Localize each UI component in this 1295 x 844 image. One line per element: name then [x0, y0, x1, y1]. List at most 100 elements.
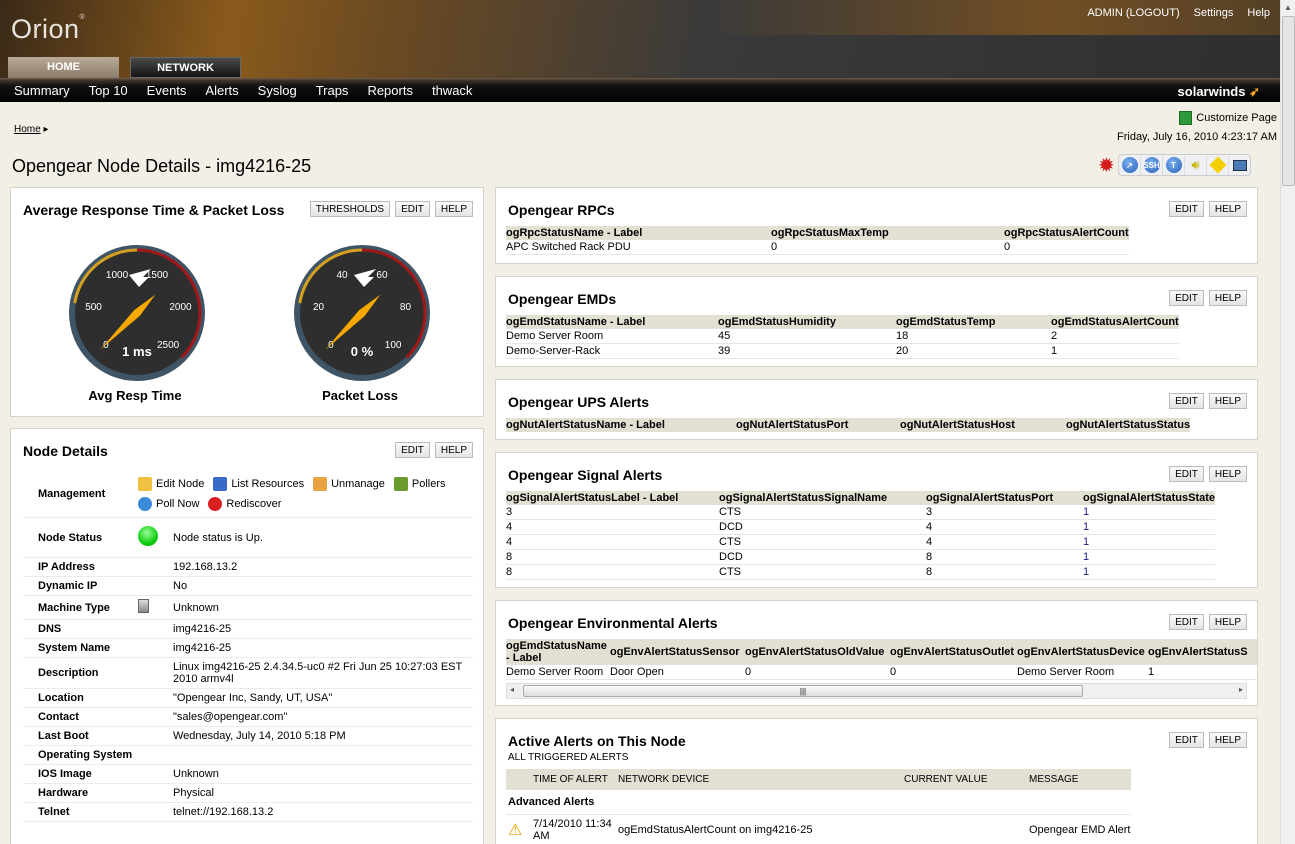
unmanage-link[interactable]: Unmanage [313, 474, 385, 494]
help-button[interactable]: HELP [434, 442, 473, 458]
breadcrumb: Home ▸ [14, 124, 49, 135]
table-cell: Demo Server Room [1017, 665, 1148, 680]
help-button[interactable]: HELP [1208, 614, 1247, 630]
help-button[interactable]: HELP [1208, 290, 1247, 306]
breadcrumb-home[interactable]: Home [14, 124, 41, 135]
brand-text: solarwinds [1177, 84, 1246, 99]
table-cell: 1 [1083, 564, 1216, 580]
help-button[interactable]: HELP [1208, 466, 1247, 482]
edit-node-link[interactable]: Edit Node [138, 474, 204, 494]
scroll-thumb[interactable]: ||| [523, 685, 1083, 697]
panel-title: Average Response Time & Packet Loss [23, 202, 285, 218]
rediscover-link[interactable]: Rediscover [208, 494, 281, 514]
edit-button[interactable]: EDIT [1169, 614, 1204, 630]
column-header: ogNutAlertStatusStatus [1066, 418, 1191, 432]
breadcrumb-arrow-icon[interactable]: ▸ [43, 124, 48, 135]
scroll-right-icon[interactable]: ▸ [1239, 685, 1243, 694]
logout-link[interactable]: ADMIN (LOGOUT) [1087, 7, 1179, 19]
rpcs-panel: Opengear RPCs EDIT HELP ogRpcStatusName - L… [495, 187, 1258, 264]
action-label: Unmanage [331, 478, 385, 490]
column-header: NETWORK DEVICE [618, 769, 904, 790]
detail-row: System Name img4216-25 [23, 638, 473, 658]
orion-logo[interactable]: Orion® [11, 14, 85, 45]
traceroute-icon[interactable] [1207, 155, 1229, 175]
ups-table: ogNutAlertStatusName - Label ogNutAlertSt… [506, 418, 1191, 432]
detail-value: 192.168.13.2 [173, 557, 473, 577]
scroll-thumb[interactable] [1282, 16, 1295, 186]
remote-desktop-icon[interactable]: ↗ [1119, 155, 1141, 175]
vertical-scrollbar[interactable]: ▲ [1280, 0, 1295, 844]
pollers-link[interactable]: Pollers [393, 474, 446, 494]
help-button[interactable]: HELP [1208, 393, 1247, 409]
table-row: Demo Server Room Door Open 0 0 Demo Server R… [506, 665, 1257, 680]
settings-gear-icon[interactable]: ✹ [1098, 156, 1115, 176]
detail-label: Operating System [23, 745, 138, 765]
detail-icon-cell [138, 688, 173, 708]
customize-page-link[interactable]: Customize Page [1179, 111, 1277, 125]
help-button[interactable]: HELP [1208, 201, 1247, 217]
detail-label: IOS Image [23, 764, 138, 784]
edit-button[interactable]: EDIT [1169, 732, 1204, 748]
detail-icon-cell [138, 517, 173, 558]
detail-value: img4216-25 [173, 638, 473, 658]
telnet-icon[interactable]: T [1163, 155, 1185, 175]
nav-reports[interactable]: Reports [367, 78, 413, 104]
gauge-tick-label: 20 [313, 302, 325, 313]
gauge-tick-label: 1500 [146, 270, 169, 281]
sound-alert-icon[interactable]: 🔊︎ [1185, 155, 1207, 175]
poll-now-link[interactable]: Poll Now [138, 494, 199, 514]
alerts-table: TIME OF ALERT NETWORK DEVICE CURRENT VALUE… [506, 769, 1131, 844]
web-browse-icon[interactable] [1229, 155, 1250, 175]
nav-summary[interactable]: Summary [14, 78, 70, 104]
detail-value[interactable]: telnet://192.168.13.2 [173, 802, 473, 822]
list-resources-link[interactable]: List Resources [213, 474, 304, 494]
alert-device: ogEmdStatusAlertCount on img4216-25 [618, 814, 904, 844]
rpcs-table: ogRpcStatusName - Label ogRpcStatusMaxTem… [506, 226, 1129, 255]
nav-syslog[interactable]: Syslog [258, 78, 297, 104]
scroll-up-icon[interactable]: ▲ [1281, 0, 1295, 15]
nav-alerts[interactable]: Alerts [205, 78, 238, 104]
edit-button[interactable]: EDIT [1169, 393, 1204, 409]
tab-network[interactable]: NETWORK [130, 57, 241, 78]
header-row: ogRpcStatusName - Label ogRpcStatusMaxTem… [506, 226, 1129, 240]
edit-button[interactable]: EDIT [395, 442, 430, 458]
help-link[interactable]: Help [1247, 7, 1270, 19]
alert-row[interactable]: ⚠ 7/14/2010 11:34 AM ogEmdStatusAlertCount… [506, 814, 1131, 844]
ssh-icon[interactable]: SSH [1141, 155, 1163, 175]
nav-events[interactable]: Events [147, 78, 187, 104]
edit-button[interactable]: EDIT [395, 201, 430, 217]
tab-home[interactable]: HOME [8, 57, 119, 78]
detail-label: Machine Type [23, 595, 138, 620]
nav-thwack[interactable]: thwack [432, 78, 472, 104]
nav-traps[interactable]: Traps [316, 78, 349, 104]
edit-button[interactable]: EDIT [1169, 201, 1204, 217]
table-cell: 2 [1051, 329, 1179, 344]
nav-top-10[interactable]: Top 10 [89, 78, 128, 104]
table-cell: 8 [926, 564, 1083, 580]
detail-icon-cell [138, 802, 173, 822]
table-row: 4 DCD 4 1 [506, 519, 1216, 535]
help-button[interactable]: HELP [434, 201, 473, 217]
management-actions: Edit Node List Resources Unmanage Pollers Po… [138, 471, 473, 518]
thresholds-button[interactable]: THRESHOLDS [309, 201, 391, 217]
column-header: CURRENT VALUE [904, 769, 1029, 790]
alert-time: 7/14/2010 11:34 AM [533, 814, 618, 844]
header-row: ogEmdStatusName - Label ogEnvAlertStatusS… [506, 639, 1257, 665]
scroll-left-icon[interactable]: ◂ [510, 685, 514, 694]
table-row: 8 CTS 8 1 [506, 564, 1216, 580]
panel-title: Node Details [23, 443, 108, 459]
detail-icon-cell [138, 595, 173, 620]
edit-button[interactable]: EDIT [1169, 290, 1204, 306]
detail-value [173, 745, 473, 765]
gauge-tick-label: 2500 [157, 340, 180, 351]
edit-button[interactable]: EDIT [1169, 466, 1204, 482]
settings-link[interactable]: Settings [1194, 7, 1234, 19]
current-datetime: Friday, July 16, 2010 4:23:17 AM [1117, 131, 1277, 143]
help-button[interactable]: HELP [1208, 732, 1247, 748]
gauge-panel: Average Response Time & Packet Loss THRE… [10, 187, 484, 417]
table-cell: 0 [745, 665, 890, 680]
header-row: ogNutAlertStatusName - Label ogNutAlertSt… [506, 418, 1191, 432]
horizontal-scrollbar[interactable]: ◂ ||| ▸ [506, 683, 1247, 699]
detail-icon-cell [138, 619, 173, 639]
detail-row: Node Status Node status is Up. [23, 517, 473, 558]
